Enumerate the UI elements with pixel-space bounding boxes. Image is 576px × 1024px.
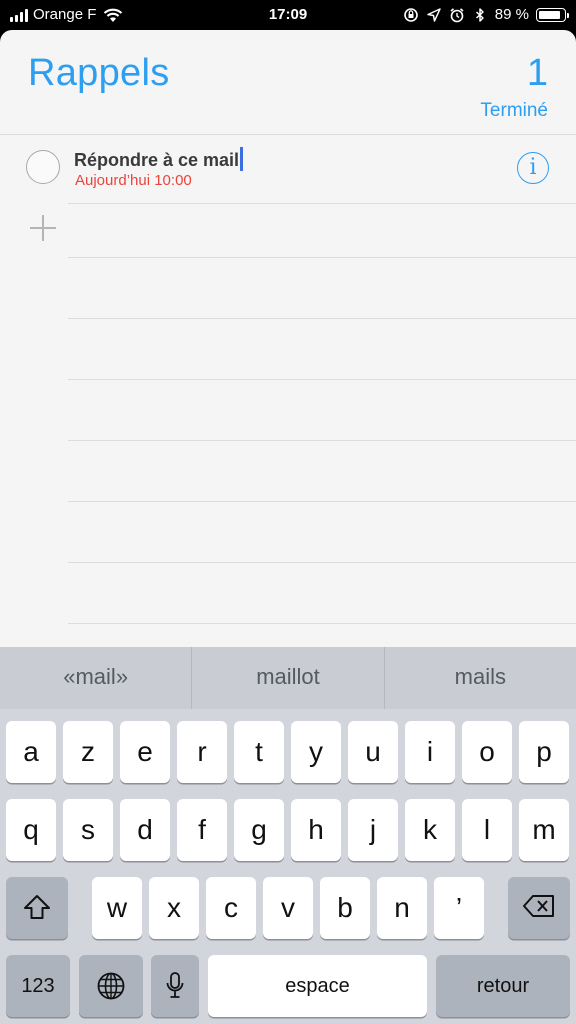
globe-icon [97,972,125,1000]
suggestion-bar: «mail» maillot mails [0,647,576,709]
backspace-icon [523,895,554,917]
key[interactable]: k [405,799,455,861]
key[interactable]: p [519,721,569,783]
alarm-icon [450,7,464,22]
key[interactable]: l [462,799,512,861]
reminders-list: Rappels 1 Terminé Répondre à ce mail Auj… [0,30,576,647]
screen-lock-icon [403,7,418,22]
key[interactable]: d [120,799,170,861]
key[interactable]: n [377,877,427,939]
reminder-checkbox[interactable] [26,150,60,184]
completed-count: 1 [526,52,548,94]
divider [68,318,576,319]
microphone-icon [166,972,184,998]
divider [68,501,576,502]
key[interactable]: i [405,721,455,783]
key[interactable]: a [6,721,56,783]
done-button[interactable]: Terminé [480,100,548,122]
key[interactable]: c [206,877,256,939]
key[interactable]: w [92,877,142,939]
key[interactable]: e [120,721,170,783]
key[interactable]: f [177,799,227,861]
globe-key[interactable] [79,955,143,1017]
space-key[interactable]: espace [208,955,427,1017]
list-title: Rappels [28,52,170,94]
reminder-due-date: Aujourd’hui 10:00 [75,172,192,189]
suggestion-2[interactable]: maillot [192,647,383,709]
add-reminder-icon[interactable] [28,213,58,243]
key[interactable]: s [63,799,113,861]
microphone-key[interactable] [151,955,199,1017]
key[interactable]: o [462,721,512,783]
divider [68,203,576,204]
info-icon[interactable]: i [517,152,549,184]
suggestion-1[interactable]: «mail» [0,647,191,709]
location-icon [427,7,441,22]
key[interactable]: x [149,877,199,939]
key[interactable]: q [6,799,56,861]
return-key[interactable]: retour [436,955,570,1017]
key[interactable]: v [263,877,313,939]
shift-key[interactable] [6,877,68,939]
battery-percent: 89 % [494,6,529,23]
numbers-key[interactable]: 123 [6,955,70,1017]
key[interactable]: m [519,799,569,861]
key[interactable]: t [234,721,284,783]
battery-icon [536,7,569,22]
key[interactable]: h [291,799,341,861]
key[interactable]: z [63,721,113,783]
divider [68,623,576,624]
key[interactable]: j [348,799,398,861]
key[interactable]: y [291,721,341,783]
key[interactable]: r [177,721,227,783]
divider [68,379,576,380]
key[interactable]: ’ [434,877,484,939]
key[interactable]: g [234,799,284,861]
suggestion-3[interactable]: mails [385,647,576,709]
key[interactable]: u [348,721,398,783]
divider [68,440,576,441]
divider [68,562,576,563]
key[interactable]: b [320,877,370,939]
divider [0,134,576,135]
bluetooth-icon [475,7,484,22]
shift-icon [24,895,50,919]
reminder-title[interactable]: Répondre à ce mail [74,147,244,171]
text-cursor [240,147,244,171]
delete-key[interactable] [508,877,570,939]
reminder-title-text: Répondre à ce mail [74,150,240,170]
keyboard: «mail» maillot mails a z e r t y u i o p… [0,647,576,1024]
status-bar: Orange F 17:09 89 % [0,0,576,30]
divider [68,257,576,258]
status-right: 89 % [403,6,569,23]
